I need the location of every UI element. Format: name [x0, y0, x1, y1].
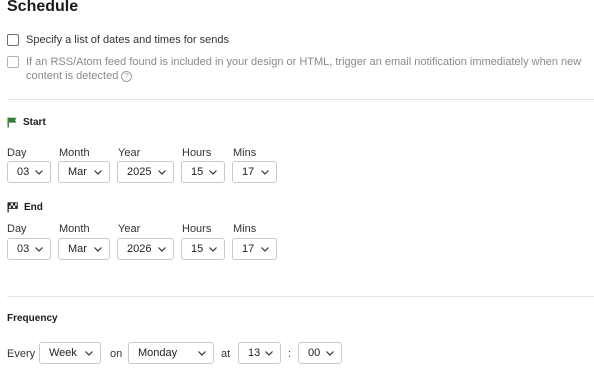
divider	[7, 99, 594, 100]
end-month-select[interactable]: Mar	[58, 238, 110, 260]
start-day-label: Day	[7, 147, 27, 159]
chevron-down-icon	[94, 246, 102, 252]
chevron-down-icon	[326, 350, 334, 356]
start-year-select[interactable]: 2025	[117, 161, 174, 183]
end-heading-label: End	[24, 202, 43, 213]
end-mins-select[interactable]: 17	[232, 238, 277, 260]
checkered-flag-icon	[7, 202, 18, 213]
chevron-down-icon	[209, 169, 217, 175]
end-day-label: Day	[7, 223, 27, 235]
frequency-hour-value: 13	[248, 347, 261, 359]
end-hours-label: Hours	[182, 223, 212, 235]
frequency-unit-value: Week	[49, 347, 77, 359]
start-year-label: Year	[118, 147, 141, 159]
start-day-value: 03	[17, 166, 30, 178]
frequency-unit-select[interactable]: Week	[39, 342, 101, 364]
end-hours-select[interactable]: 15	[181, 238, 225, 260]
at-label: at	[221, 348, 231, 360]
start-month-label: Month	[59, 147, 90, 159]
chevron-down-icon	[94, 169, 102, 175]
end-hours-value: 15	[191, 243, 204, 255]
chevron-down-icon	[158, 246, 166, 252]
start-month-select[interactable]: Mar	[58, 161, 110, 183]
frequency-hour-select[interactable]: 13	[238, 342, 281, 364]
start-hours-value: 15	[191, 166, 204, 178]
end-mins-value: 17	[242, 243, 255, 255]
specify-list-option[interactable]: Specify a list of dates and times for se…	[7, 33, 229, 47]
chevron-down-icon	[85, 350, 93, 356]
frequency-minute-value: 00	[308, 347, 321, 359]
start-mins-label: Mins	[233, 147, 257, 159]
help-icon[interactable]: ?	[121, 70, 133, 82]
frequency-heading: Frequency	[7, 313, 58, 324]
end-year-select[interactable]: 2026	[117, 238, 174, 260]
end-year-value: 2026	[127, 243, 152, 255]
chevron-down-icon	[261, 246, 269, 252]
end-mins-label: Mins	[233, 223, 257, 235]
end-month-value: Mar	[68, 243, 87, 255]
end-month-label: Month	[59, 223, 90, 235]
frequency-minute-select[interactable]: 00	[298, 342, 342, 364]
end-year-label: Year	[118, 223, 141, 235]
start-hours-label: Hours	[182, 147, 212, 159]
on-label: on	[110, 348, 123, 360]
start-hours-select[interactable]: 15	[181, 161, 225, 183]
chevron-down-icon	[198, 350, 206, 356]
start-month-value: Mar	[68, 166, 87, 178]
divider	[7, 296, 594, 297]
rss-trigger-option: If an RSS/Atom feed found is included in…	[7, 55, 591, 83]
end-day-value: 03	[17, 243, 30, 255]
rss-trigger-label: If an RSS/Atom feed found is included in…	[26, 55, 591, 83]
chevron-down-icon	[265, 350, 273, 356]
start-mins-value: 17	[242, 166, 255, 178]
weekday-select[interactable]: Monday	[128, 342, 214, 364]
end-heading: End	[7, 202, 43, 213]
start-day-select[interactable]: 03	[7, 161, 51, 183]
chevron-down-icon	[209, 246, 217, 252]
rss-trigger-checkbox	[7, 56, 19, 68]
end-day-select[interactable]: 03	[7, 238, 51, 260]
start-mins-select[interactable]: 17	[232, 161, 277, 183]
flag-icon	[7, 117, 17, 128]
start-heading: Start	[7, 117, 46, 128]
weekday-value: Monday	[138, 347, 178, 359]
chevron-down-icon	[158, 169, 166, 175]
every-label: Every	[7, 348, 36, 360]
specify-list-label: Specify a list of dates and times for se…	[26, 34, 229, 46]
start-heading-label: Start	[23, 117, 46, 128]
time-colon: :	[288, 348, 292, 360]
page-title: Schedule	[7, 0, 79, 15]
specify-list-checkbox[interactable]	[7, 34, 19, 46]
chevron-down-icon	[35, 246, 43, 252]
start-year-value: 2025	[127, 166, 152, 178]
chevron-down-icon	[35, 169, 43, 175]
chevron-down-icon	[261, 169, 269, 175]
rss-trigger-text: If an RSS/Atom feed found is included in…	[26, 56, 582, 82]
